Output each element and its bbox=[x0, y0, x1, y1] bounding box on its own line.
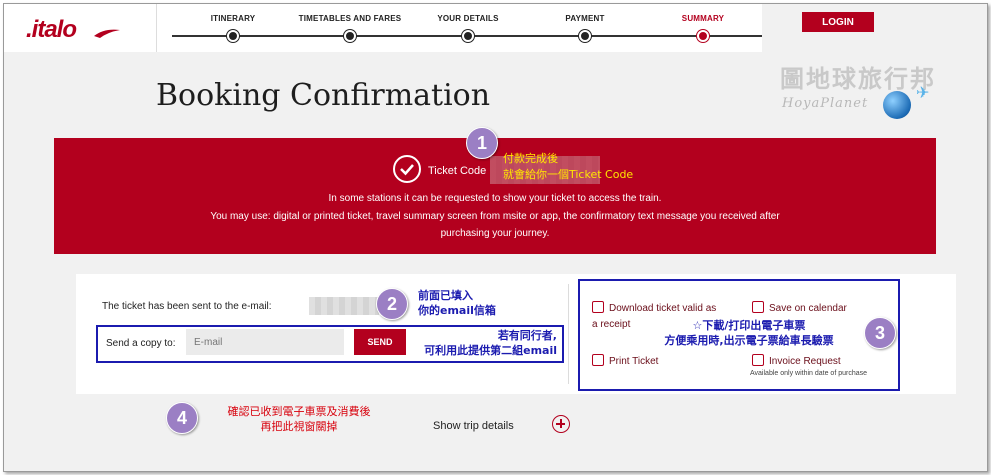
save-calendar-link[interactable]: Save on calendar bbox=[752, 301, 847, 314]
step-dot-icon bbox=[579, 30, 591, 42]
annotation-marker-1: 1 bbox=[466, 127, 498, 159]
annotation-marker-4: 4 bbox=[166, 402, 198, 434]
annotation-1-line-2: 就會給你一個Ticket Code bbox=[503, 168, 634, 181]
hoyaplanet-watermark: 圖地球旅行邦 HoyaPlanet ✈ bbox=[776, 59, 976, 129]
print-label: Print Ticket bbox=[609, 356, 659, 367]
download-icon bbox=[592, 301, 604, 313]
step-label: SUMMARY bbox=[681, 14, 725, 23]
annotation-4-line-2: 再把此視窗關掉 bbox=[260, 420, 338, 433]
annotation-4-line-1: 確認已收到電子車票及消費後 bbox=[227, 405, 371, 418]
send-button[interactable]: SEND bbox=[354, 329, 406, 355]
download-line-1: Download ticket valid as bbox=[609, 303, 717, 314]
banner-line-1: In some stations it can be requested to … bbox=[328, 193, 662, 204]
annotation-2-line-2: 你的email信箱 bbox=[418, 304, 496, 317]
confirmation-banner: Ticket Code In some stations it can be r… bbox=[54, 138, 936, 254]
step-dot-icon bbox=[344, 30, 356, 42]
annotation-3-line-2: 方便乘用時,出示電子票給車長驗票 bbox=[664, 334, 834, 347]
step-label: YOUR DETAILS bbox=[437, 14, 499, 23]
send-copy-label: Send a copy to: bbox=[106, 338, 176, 349]
annotation-1-line-1: 付款完成後 bbox=[503, 152, 558, 165]
page-title: Booking Confirmation bbox=[156, 78, 491, 113]
annotation-2b-text: 若有同行者, 可利用此提供第二組email bbox=[407, 328, 557, 358]
copy-email-input[interactable] bbox=[186, 329, 344, 355]
annotation-1-text: 付款完成後 就會給你一個Ticket Code bbox=[503, 151, 633, 183]
banner-line-2: You may use: digital or printed ticket, … bbox=[210, 211, 780, 222]
login-button[interactable]: LOGIN bbox=[802, 12, 874, 32]
plus-circle-icon[interactable] bbox=[552, 415, 570, 433]
calendar-label: Save on calendar bbox=[769, 303, 847, 314]
step-timetables[interactable]: TIMETABLES AND FARES bbox=[290, 14, 410, 42]
banner-line-3: purchasing your journey. bbox=[440, 228, 550, 239]
top-navigation-bar: .italo ITINERARY TIMETABLES AND FARES YO… bbox=[4, 4, 987, 52]
calendar-icon bbox=[752, 301, 764, 313]
step-payment[interactable]: PAYMENT bbox=[525, 14, 645, 42]
check-circle-icon bbox=[393, 155, 421, 183]
annotation-3-text: ☆下載/打印出電子車票 方便乘用時,出示電子票給車長驗票 bbox=[644, 318, 854, 348]
annotation-4-text: 確認已收到電子車票及消費後 再把此視窗關掉 bbox=[209, 404, 389, 434]
italo-hare-icon bbox=[94, 29, 120, 38]
ticket-code-label: Ticket Code bbox=[428, 165, 487, 177]
step-dot-icon bbox=[462, 30, 474, 42]
show-trip-details-link[interactable]: Show trip details bbox=[433, 420, 514, 432]
annotation-marker-2: 2 bbox=[376, 288, 408, 320]
invoice-label: Invoice Request bbox=[769, 356, 841, 367]
invoice-note: Available only within date of purchase bbox=[750, 370, 868, 377]
annotation-2-line-1: 前面已填入 bbox=[418, 289, 473, 302]
annotation-2-line-4: 可利用此提供第二組email bbox=[424, 344, 557, 357]
step-dot-icon bbox=[697, 30, 709, 42]
header-divider bbox=[156, 4, 157, 52]
panel-divider bbox=[568, 284, 569, 384]
print-ticket-link[interactable]: Print Ticket bbox=[592, 354, 658, 367]
step-label: ITINERARY bbox=[210, 14, 256, 23]
header-right-area bbox=[762, 4, 987, 52]
italo-logo[interactable]: .italo bbox=[26, 16, 77, 44]
download-line-2: a receipt bbox=[592, 319, 631, 330]
step-label: PAYMENT bbox=[565, 14, 605, 23]
ticket-sent-text: The ticket has been sent to the e-mail: bbox=[102, 301, 272, 312]
annotation-2-line-3: 若有同行者, bbox=[497, 329, 557, 342]
email-redacted bbox=[309, 297, 379, 315]
watermark-subtitle: HoyaPlanet bbox=[782, 96, 869, 111]
step-summary[interactable]: SUMMARY bbox=[643, 14, 763, 42]
annotation-marker-3: 3 bbox=[864, 317, 896, 349]
step-your-details[interactable]: YOUR DETAILS bbox=[408, 14, 528, 42]
annotation-2-text: 前面已填入 你的email信箱 bbox=[418, 288, 496, 318]
screenshot-frame: .italo ITINERARY TIMETABLES AND FARES YO… bbox=[3, 3, 988, 472]
globe-icon bbox=[883, 91, 911, 119]
printer-icon bbox=[592, 354, 604, 366]
invoice-request-link[interactable]: Invoice Request bbox=[752, 354, 841, 367]
step-label: TIMETABLES AND FARES bbox=[298, 14, 402, 23]
airplane-icon: ✈ bbox=[916, 83, 930, 102]
step-dot-icon bbox=[227, 30, 239, 42]
document-icon bbox=[752, 354, 764, 366]
step-itinerary[interactable]: ITINERARY bbox=[173, 14, 293, 42]
watermark-title: 圖地球旅行邦 bbox=[780, 64, 936, 93]
annotation-3-line-1: ☆下載/打印出電子車票 bbox=[692, 319, 806, 332]
